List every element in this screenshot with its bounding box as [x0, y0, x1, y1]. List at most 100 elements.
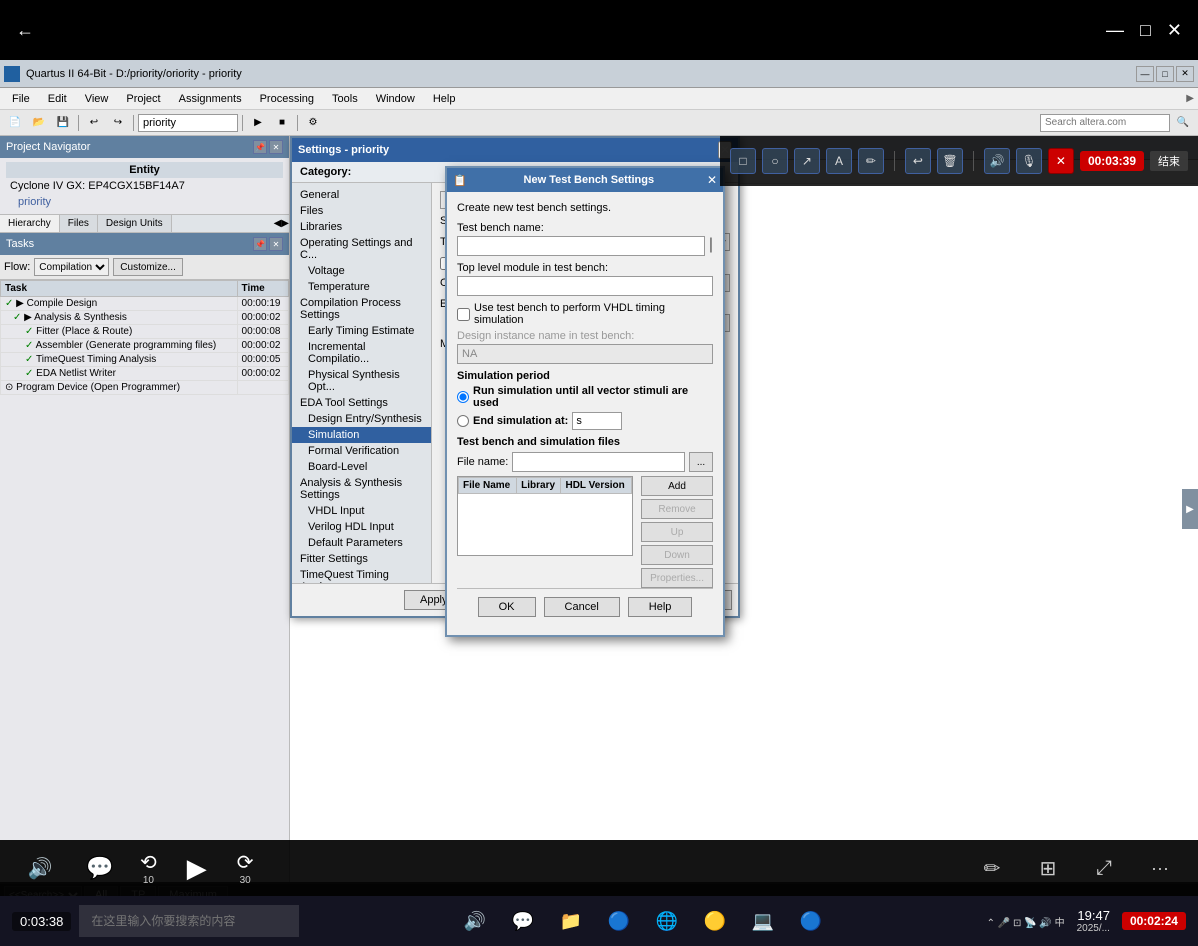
table-row[interactable]: ✓ TimeQuest Timing Analysis 00:00:05: [1, 353, 289, 367]
use-vhdl-checkbox[interactable]: [457, 308, 470, 321]
taskbar-icon-folder[interactable]: 📁: [554, 904, 588, 938]
nav-arrows-left[interactable]: ◀: [274, 215, 282, 232]
cat-design-entry[interactable]: Design Entry/Synthesis: [292, 411, 431, 427]
backward-btn[interactable]: ⟲ 10: [140, 850, 157, 886]
taskbar-icon-browser[interactable]: 🌐: [650, 904, 684, 938]
taskbar-icon-app2[interactable]: 🟡: [698, 904, 732, 938]
more-btn[interactable]: ···: [1142, 850, 1178, 886]
cat-libraries[interactable]: Libraries: [292, 219, 431, 235]
cat-voltage[interactable]: Voltage: [292, 263, 431, 279]
top-module-input[interactable]: [457, 276, 713, 296]
taskbar-icon-sound[interactable]: 🔊: [458, 904, 492, 938]
menu-window[interactable]: Window: [368, 91, 423, 107]
table-row[interactable]: ✓ Fitter (Place & Route) 00:00:08: [1, 325, 289, 339]
minimize-button[interactable]: —: [1106, 20, 1124, 41]
radio-end[interactable]: [457, 415, 469, 427]
ntb-ok-btn[interactable]: OK: [478, 597, 536, 617]
table-row[interactable]: ⊙ Program Device (Open Programmer): [1, 381, 289, 395]
menu-help[interactable]: Help: [425, 91, 464, 107]
toolbar-compile[interactable]: ▶: [247, 113, 269, 133]
rec-delete-btn[interactable]: 🗑: [937, 148, 963, 174]
table-row[interactable]: ✓ Assembler (Generate programming files)…: [1, 339, 289, 353]
rec-draw-btn[interactable]: □: [730, 148, 756, 174]
tasks-pin-btn[interactable]: 📌: [253, 237, 267, 251]
cat-incremental[interactable]: Incremental Compilatio...: [292, 339, 431, 367]
taskbar-icon-chat[interactable]: 💬: [506, 904, 540, 938]
ntb-help-btn[interactable]: Help: [628, 597, 693, 617]
properties-btn[interactable]: Properties...: [641, 568, 713, 588]
gallery-btn[interactable]: ⊞: [1030, 850, 1066, 886]
table-row[interactable]: ✓ ▶ Analysis & Synthesis 00:00:02: [1, 311, 289, 325]
cat-analysis-synthesis[interactable]: Analysis & Synthesis Settings: [292, 475, 431, 503]
tab-hierarchy[interactable]: Hierarchy: [0, 215, 60, 232]
cat-board-level[interactable]: Board-Level: [292, 459, 431, 475]
ntb-close-btn[interactable]: ✕: [707, 173, 717, 187]
search-input[interactable]: [1040, 114, 1170, 132]
nav-pin-btn[interactable]: 📌: [253, 140, 267, 154]
taskbar-search-input[interactable]: [79, 905, 299, 937]
edit-btn[interactable]: ✏: [974, 850, 1010, 886]
cat-fitter[interactable]: Fitter Settings: [292, 551, 431, 567]
menu-tools[interactable]: Tools: [324, 91, 366, 107]
cat-compilation-process[interactable]: Compilation Process Settings: [292, 295, 431, 323]
file-name-input[interactable]: [512, 452, 685, 472]
menu-edit[interactable]: Edit: [40, 91, 75, 107]
rec-undo-btn[interactable]: ↩: [905, 148, 931, 174]
cat-early-timing[interactable]: Early Timing Estimate: [292, 323, 431, 339]
file-browse-btn[interactable]: ...: [689, 452, 713, 472]
taskbar-icon-app4[interactable]: 🔵: [794, 904, 828, 938]
taskbar-icon-app1[interactable]: 🔵: [602, 904, 636, 938]
win-restore-btn[interactable]: □: [1156, 66, 1174, 82]
cat-files[interactable]: Files: [292, 203, 431, 219]
volume-btn[interactable]: 🔊: [20, 848, 60, 888]
rec-text-btn[interactable]: A: [826, 148, 852, 174]
toolbar-redo[interactable]: ↪: [107, 113, 129, 133]
rec-pen-btn[interactable]: ✏: [858, 148, 884, 174]
right-collapse-btn[interactable]: ▶: [1182, 489, 1198, 529]
customize-btn[interactable]: Customize...: [113, 258, 183, 276]
cat-eda-tool[interactable]: EDA Tool Settings: [292, 395, 431, 411]
toolbar-stop[interactable]: ■: [271, 113, 293, 133]
tab-design-units[interactable]: Design Units: [98, 215, 172, 232]
chat-btn[interactable]: 💬: [80, 848, 120, 888]
back-button[interactable]: ←: [16, 20, 34, 41]
cat-physical-synthesis[interactable]: Physical Synthesis Opt...: [292, 367, 431, 395]
radio-run-all[interactable]: [457, 391, 469, 403]
close-button[interactable]: ✕: [1167, 20, 1182, 41]
rec-circle-btn[interactable]: ○: [762, 148, 788, 174]
cat-verilog[interactable]: Verilog HDL Input: [292, 519, 431, 535]
nav-close-btn[interactable]: ✕: [269, 140, 283, 154]
cat-timequest[interactable]: TimeQuest Timing Analy...: [292, 567, 431, 583]
project-item[interactable]: priority: [6, 194, 283, 210]
table-row[interactable]: ✓ ▶ Compile Design 00:00:19: [1, 297, 289, 311]
win-close-btn[interactable]: ✕: [1176, 66, 1194, 82]
cat-vhdl-input[interactable]: VHDL Input: [292, 503, 431, 519]
toolbar-save[interactable]: 💾: [52, 113, 74, 133]
tasks-close-btn[interactable]: ✕: [269, 237, 283, 251]
tab-files[interactable]: Files: [60, 215, 98, 232]
remove-btn[interactable]: Remove: [641, 499, 713, 519]
device-item[interactable]: Cyclone IV GX: EP4CGX15BF14A7: [6, 178, 283, 194]
play-btn[interactable]: ▶: [177, 848, 217, 888]
toolbar-settings[interactable]: ⚙: [302, 113, 324, 133]
menu-file[interactable]: File: [4, 91, 38, 107]
rec-stop-btn[interactable]: ✕: [1048, 148, 1074, 174]
restore-button[interactable]: □: [1140, 20, 1151, 41]
add-btn[interactable]: Add: [641, 476, 713, 496]
rec-mic-btn[interactable]: 🎙: [1016, 148, 1042, 174]
table-row[interactable]: ✓ EDA Netlist Writer 00:00:02: [1, 367, 289, 381]
taskbar-icon-app3[interactable]: 💻: [746, 904, 780, 938]
menu-assignments[interactable]: Assignments: [171, 91, 250, 107]
cat-operating[interactable]: Operating Settings and C...: [292, 235, 431, 263]
toolbar-open[interactable]: 📂: [28, 113, 50, 133]
bench-name-input[interactable]: [457, 236, 705, 256]
up-btn[interactable]: Up: [641, 522, 713, 542]
forward-btn[interactable]: ⟳ 30: [237, 850, 254, 886]
cat-default-params[interactable]: Default Parameters: [292, 535, 431, 551]
menu-processing[interactable]: Processing: [252, 91, 322, 107]
rec-volume-btn[interactable]: 🔊: [984, 148, 1010, 174]
menu-project[interactable]: Project: [118, 91, 168, 107]
win-minimize-btn[interactable]: —: [1136, 66, 1154, 82]
toolbar-undo[interactable]: ↩: [83, 113, 105, 133]
sim-time-input[interactable]: [572, 412, 622, 430]
